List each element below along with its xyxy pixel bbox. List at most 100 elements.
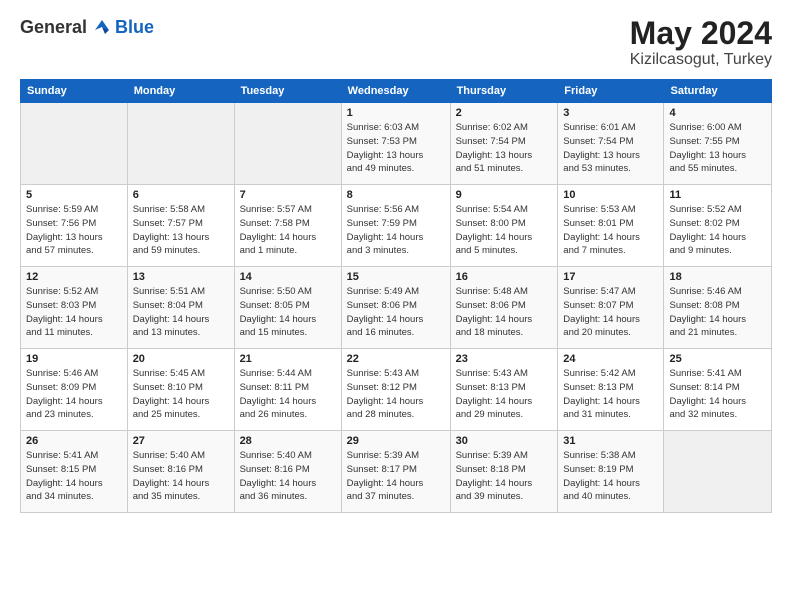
day-number: 16 (456, 271, 553, 283)
day-number: 21 (240, 353, 336, 365)
day-cell (234, 103, 341, 185)
day-number: 12 (26, 271, 122, 283)
day-info: Sunrise: 5:40 AM Sunset: 8:16 PM Dayligh… (240, 449, 336, 504)
day-number: 3 (563, 107, 658, 119)
day-cell: 29 Sunrise: 5:39 AM Sunset: 8:17 PM Dayli… (341, 431, 450, 513)
day-info: Sunrise: 5:43 AM Sunset: 8:13 PM Dayligh… (456, 367, 553, 422)
day-info: Sunrise: 5:39 AM Sunset: 8:17 PM Dayligh… (347, 449, 445, 504)
day-number: 22 (347, 353, 445, 365)
day-cell: 15 Sunrise: 5:49 AM Sunset: 8:06 PM Dayli… (341, 267, 450, 349)
main-title: May 2024 (630, 16, 772, 51)
week-row-3: 12 Sunrise: 5:52 AM Sunset: 8:03 PM Dayli… (21, 267, 772, 349)
logo-general: General (20, 17, 87, 38)
day-number: 8 (347, 189, 445, 201)
day-cell: 9Sunrise: 5:54 AM Sunset: 8:00 PM Daylig… (450, 185, 558, 267)
day-number: 29 (347, 435, 445, 447)
day-cell: 24 Sunrise: 5:42 AM Sunset: 8:13 PM Dayli… (558, 349, 664, 431)
day-number: 23 (456, 353, 553, 365)
day-number: 13 (133, 271, 229, 283)
day-number: 24 (563, 353, 658, 365)
col-saturday: Saturday (664, 80, 772, 103)
day-cell: 6 Sunrise: 5:58 AM Sunset: 7:57 PM Daylig… (127, 185, 234, 267)
day-number: 6 (133, 189, 229, 201)
week-row-2: 5Sunrise: 5:59 AM Sunset: 7:56 PM Daylig… (21, 185, 772, 267)
week-row-1: 1Sunrise: 6:03 AM Sunset: 7:53 PM Daylig… (21, 103, 772, 185)
calendar-body: 1Sunrise: 6:03 AM Sunset: 7:53 PM Daylig… (21, 103, 772, 513)
day-number: 20 (133, 353, 229, 365)
day-cell: 16 Sunrise: 5:48 AM Sunset: 8:06 PM Dayli… (450, 267, 558, 349)
week-row-4: 19 Sunrise: 5:46 AM Sunset: 8:09 PM Dayli… (21, 349, 772, 431)
day-info: Sunrise: 6:00 AM Sunset: 7:55 PM Dayligh… (669, 121, 766, 176)
day-cell: 30Sunrise: 5:39 AM Sunset: 8:18 PM Dayli… (450, 431, 558, 513)
day-cell (664, 431, 772, 513)
day-number: 15 (347, 271, 445, 283)
day-info: Sunrise: 5:56 AM Sunset: 7:59 PM Dayligh… (347, 203, 445, 258)
day-info: Sunrise: 5:53 AM Sunset: 8:01 PM Dayligh… (563, 203, 658, 258)
day-cell: 13 Sunrise: 5:51 AM Sunset: 8:04 PM Dayli… (127, 267, 234, 349)
week-row-5: 26 Sunrise: 5:41 AM Sunset: 8:15 PM Dayli… (21, 431, 772, 513)
day-cell: 4 Sunrise: 6:00 AM Sunset: 7:55 PM Daylig… (664, 103, 772, 185)
day-cell: 10 Sunrise: 5:53 AM Sunset: 8:01 PM Dayli… (558, 185, 664, 267)
day-cell: 12 Sunrise: 5:52 AM Sunset: 8:03 PM Dayli… (21, 267, 128, 349)
day-number: 30 (456, 435, 553, 447)
day-number: 27 (133, 435, 229, 447)
day-info: Sunrise: 5:43 AM Sunset: 8:12 PM Dayligh… (347, 367, 445, 422)
day-info: Sunrise: 5:54 AM Sunset: 8:00 PM Dayligh… (456, 203, 553, 258)
day-cell: 28 Sunrise: 5:40 AM Sunset: 8:16 PM Dayli… (234, 431, 341, 513)
day-cell: 19 Sunrise: 5:46 AM Sunset: 8:09 PM Dayli… (21, 349, 128, 431)
title-block: May 2024 Kizilcasogut, Turkey (630, 16, 772, 69)
day-info: Sunrise: 6:01 AM Sunset: 7:54 PM Dayligh… (563, 121, 658, 176)
day-cell: 26 Sunrise: 5:41 AM Sunset: 8:15 PM Dayli… (21, 431, 128, 513)
day-cell (21, 103, 128, 185)
day-number: 4 (669, 107, 766, 119)
day-cell: 8 Sunrise: 5:56 AM Sunset: 7:59 PM Daylig… (341, 185, 450, 267)
day-cell: 1Sunrise: 6:03 AM Sunset: 7:53 PM Daylig… (341, 103, 450, 185)
day-info: Sunrise: 5:41 AM Sunset: 8:15 PM Dayligh… (26, 449, 122, 504)
day-info: Sunrise: 6:02 AM Sunset: 7:54 PM Dayligh… (456, 121, 553, 176)
day-info: Sunrise: 5:48 AM Sunset: 8:06 PM Dayligh… (456, 285, 553, 340)
subtitle: Kizilcasogut, Turkey (630, 51, 772, 69)
day-cell: 14 Sunrise: 5:50 AM Sunset: 8:05 PM Dayli… (234, 267, 341, 349)
day-cell: 11Sunrise: 5:52 AM Sunset: 8:02 PM Dayli… (664, 185, 772, 267)
day-info: Sunrise: 5:52 AM Sunset: 8:02 PM Dayligh… (669, 203, 766, 258)
day-number: 26 (26, 435, 122, 447)
day-number: 5 (26, 189, 122, 201)
day-number: 17 (563, 271, 658, 283)
day-number: 14 (240, 271, 336, 283)
day-number: 25 (669, 353, 766, 365)
col-tuesday: Tuesday (234, 80, 341, 103)
day-number: 2 (456, 107, 553, 119)
day-info: Sunrise: 5:38 AM Sunset: 8:19 PM Dayligh… (563, 449, 658, 504)
day-info: Sunrise: 5:45 AM Sunset: 8:10 PM Dayligh… (133, 367, 229, 422)
day-cell (127, 103, 234, 185)
day-number: 1 (347, 107, 445, 119)
header-row: Sunday Monday Tuesday Wednesday Thursday… (21, 80, 772, 103)
day-info: Sunrise: 5:50 AM Sunset: 8:05 PM Dayligh… (240, 285, 336, 340)
col-wednesday: Wednesday (341, 80, 450, 103)
day-info: Sunrise: 5:58 AM Sunset: 7:57 PM Dayligh… (133, 203, 229, 258)
day-number: 28 (240, 435, 336, 447)
day-info: Sunrise: 5:46 AM Sunset: 8:09 PM Dayligh… (26, 367, 122, 422)
col-sunday: Sunday (21, 80, 128, 103)
day-number: 10 (563, 189, 658, 201)
day-number: 18 (669, 271, 766, 283)
day-cell: 7 Sunrise: 5:57 AM Sunset: 7:58 PM Daylig… (234, 185, 341, 267)
day-number: 31 (563, 435, 658, 447)
day-info: Sunrise: 5:46 AM Sunset: 8:08 PM Dayligh… (669, 285, 766, 340)
day-info: Sunrise: 5:41 AM Sunset: 8:14 PM Dayligh… (669, 367, 766, 422)
page: General Blue May 2024 Kizilcasogut, Turk… (0, 0, 792, 612)
calendar-header: Sunday Monday Tuesday Wednesday Thursday… (21, 80, 772, 103)
logo-bird-icon (91, 16, 113, 38)
day-info: Sunrise: 5:42 AM Sunset: 8:13 PM Dayligh… (563, 367, 658, 422)
day-info: Sunrise: 5:49 AM Sunset: 8:06 PM Dayligh… (347, 285, 445, 340)
logo-blue: Blue (115, 17, 154, 38)
day-info: Sunrise: 5:52 AM Sunset: 8:03 PM Dayligh… (26, 285, 122, 340)
col-friday: Friday (558, 80, 664, 103)
day-info: Sunrise: 5:51 AM Sunset: 8:04 PM Dayligh… (133, 285, 229, 340)
day-info: Sunrise: 5:44 AM Sunset: 8:11 PM Dayligh… (240, 367, 336, 422)
day-number: 19 (26, 353, 122, 365)
day-cell: 21 Sunrise: 5:44 AM Sunset: 8:11 PM Dayli… (234, 349, 341, 431)
day-cell: 18 Sunrise: 5:46 AM Sunset: 8:08 PM Dayli… (664, 267, 772, 349)
day-number: 7 (240, 189, 336, 201)
day-info: Sunrise: 5:57 AM Sunset: 7:58 PM Dayligh… (240, 203, 336, 258)
